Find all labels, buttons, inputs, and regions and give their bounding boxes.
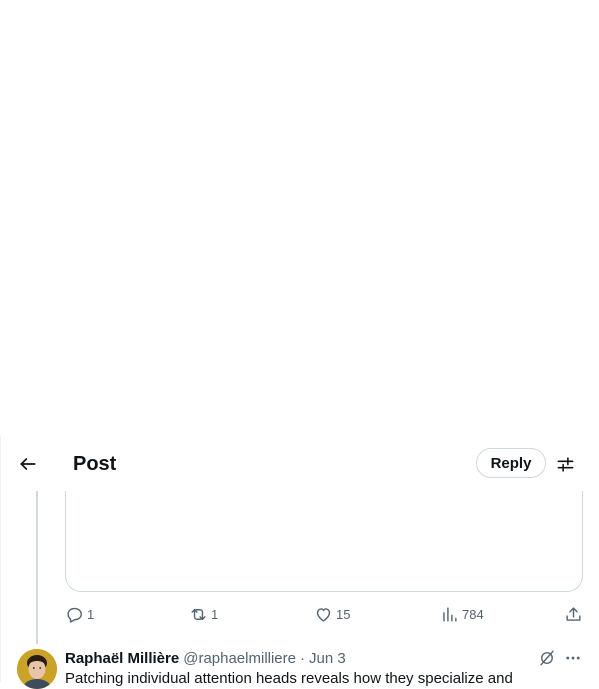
views-action[interactable]: 784 [440, 600, 484, 628]
reply-action[interactable]: 1 [65, 600, 94, 628]
repost-icon [191, 608, 206, 620]
heart-icon [316, 607, 331, 622]
sliders-icon [557, 456, 573, 472]
avatar-image [17, 649, 57, 689]
views-count: 784 [462, 606, 484, 622]
share-icon [566, 606, 581, 621]
reply-button[interactable]: Reply [476, 448, 546, 478]
author-handle[interactable]: @raphaelmilliere [183, 650, 296, 667]
like-action[interactable]: 15 [314, 600, 350, 628]
post-header: Post Reply [1, 436, 599, 491]
more-horizontal-icon [566, 656, 580, 660]
tweet-timestamp[interactable]: Jun 3 [309, 650, 346, 667]
page-title: Post [73, 453, 117, 475]
reply-count: 1 [87, 606, 95, 622]
share-action[interactable] [564, 600, 583, 628]
tweet-header: Raphaël Millière @raphaelmilliere · Jun … [65, 648, 346, 668]
reply-settings-button[interactable] [554, 453, 576, 475]
like-count: 15 [336, 606, 351, 622]
blank-viewport-area [0, 0, 599, 436]
grok-button[interactable] [537, 648, 557, 668]
comment-icon [67, 607, 82, 623]
tweet-action-bar: 1 1 15 784 [0, 600, 599, 628]
grok-icon [540, 650, 554, 666]
arrow-left-icon [20, 458, 36, 470]
repost-count: 1 [211, 606, 219, 622]
tweet-text: Patching individual attention heads reve… [65, 670, 513, 687]
bar-chart-icon [443, 606, 457, 622]
separator-dot: · [300, 649, 305, 667]
repost-action[interactable]: 1 [189, 600, 218, 628]
author-name[interactable]: Raphaël Millière [65, 650, 179, 667]
back-button[interactable] [11, 447, 45, 481]
more-options-button[interactable] [563, 648, 583, 668]
avatar[interactable] [17, 649, 57, 689]
